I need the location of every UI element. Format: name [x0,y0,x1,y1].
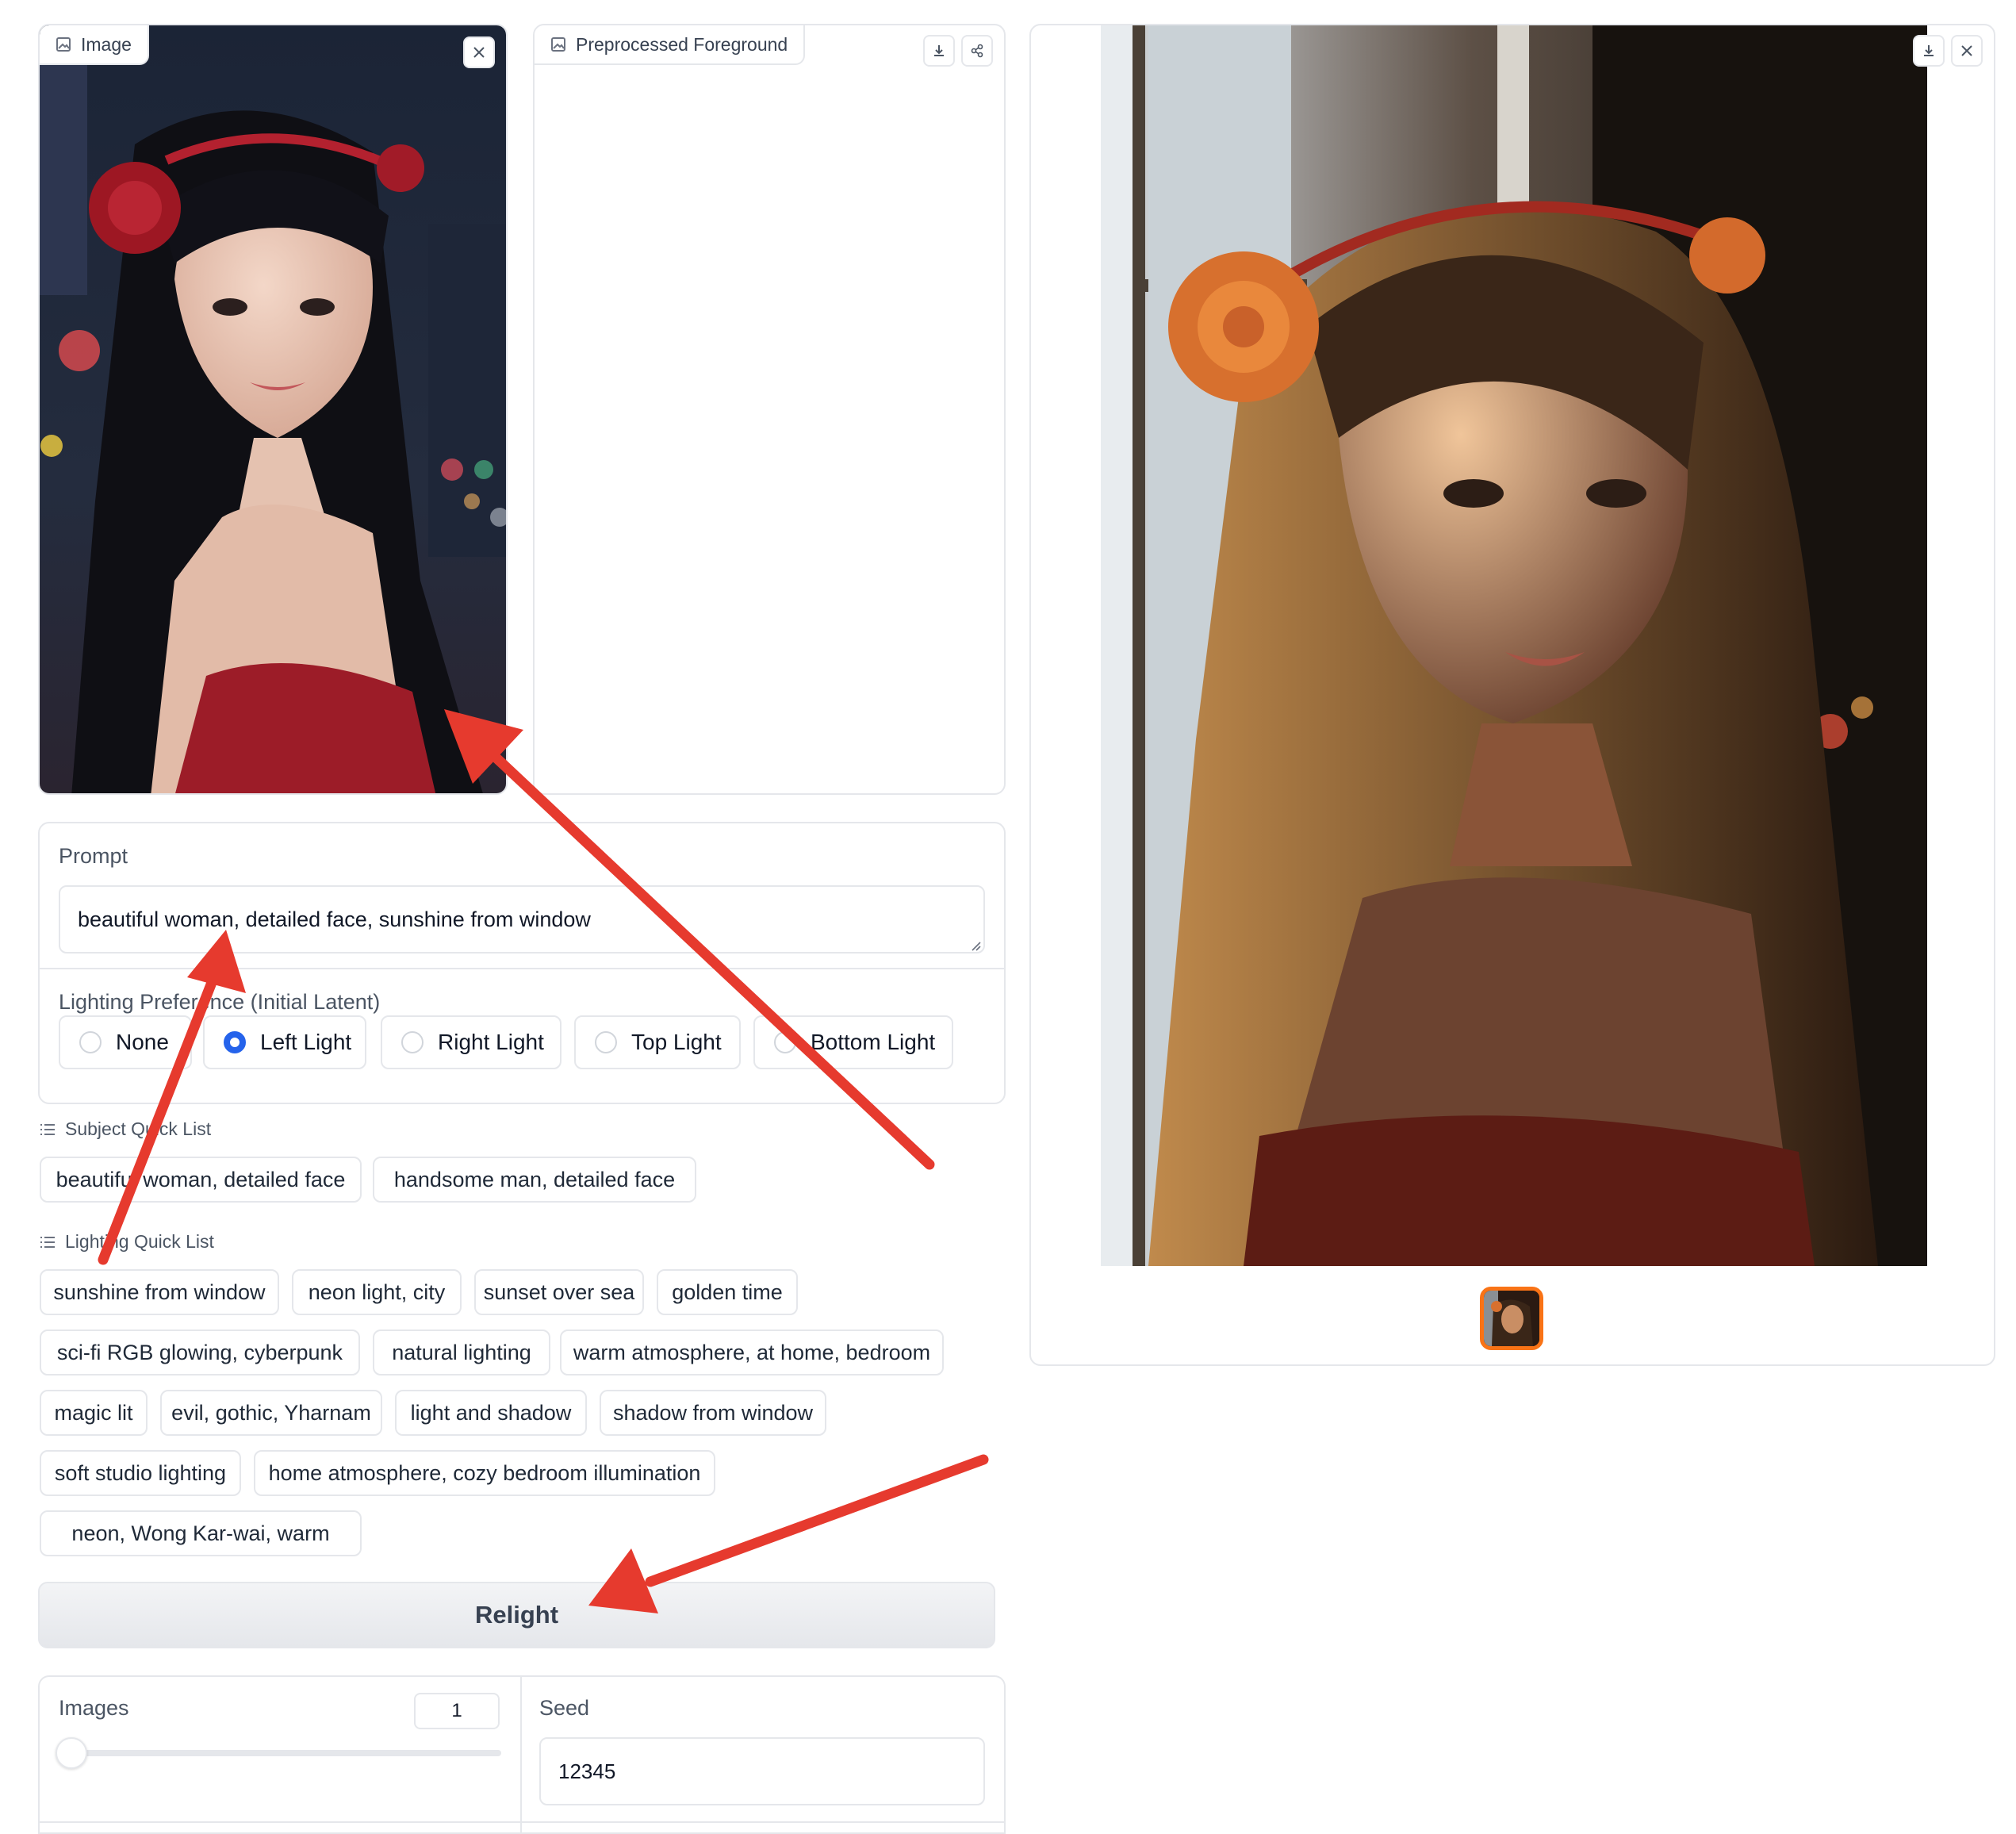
close-output-button[interactable] [1951,35,1983,67]
settings-block: Images 1 Seed 12345 [38,1675,1006,1834]
radio-dot [401,1031,424,1053]
chip-label: sunshine from window [53,1280,266,1304]
input-photo [40,25,506,793]
radio-right-light[interactable]: Right Light [381,1015,561,1069]
seed-label: Seed [539,1696,590,1720]
list-icon [40,1236,55,1248]
gallery-thumbnail[interactable] [1480,1287,1543,1350]
radio-label: Left Light [260,1030,352,1054]
close-icon [473,47,485,58]
lighting-chip[interactable]: neon light, city [292,1269,462,1315]
radio-dot-selected [224,1031,246,1053]
lighting-chip[interactable]: natural lighting [373,1329,550,1376]
preprocessed-label-text: Preprocessed Foreground [576,33,788,55]
radio-label: Top Light [631,1030,722,1054]
download-icon [1924,45,1934,56]
output-gallery-panel [1029,24,1995,1366]
share-icon [971,44,983,58]
chip-label: natural lighting [392,1340,531,1364]
radio-left-light[interactable]: Left Light [203,1015,366,1069]
input-image-label: Image [40,25,149,65]
images-number-input[interactable]: 1 [414,1693,500,1729]
image-icon [56,37,71,52]
lighting-chip[interactable]: magic lit [40,1390,148,1436]
relight-button[interactable]: Relight [38,1582,995,1648]
seed-value: 12345 [558,1759,616,1783]
chip-label: evil, gothic, Yharnam [171,1400,371,1425]
download-icon [934,45,944,56]
lighting-chip[interactable]: soft studio lighting [40,1450,241,1496]
chip-label: handsome man, detailed face [393,1167,676,1191]
lighting-chip[interactable]: shadow from window [600,1390,826,1436]
column-divider [520,1677,522,1832]
lighting-chip[interactable]: sci-fi RGB glowing, cyberpunk [40,1329,360,1376]
list-icon [40,1123,55,1135]
lighting-quick-list-title: Lighting Quick List [40,1231,214,1253]
lighting-quick-list-label: Lighting Quick List [65,1231,214,1252]
subject-chip[interactable]: beautiful woman, detailed face [40,1157,362,1203]
prompt-value: beautiful woman, detailed face, sunshine… [78,907,591,931]
lighting-chip[interactable]: golden time [657,1269,798,1315]
output-photo[interactable] [1101,25,1927,1266]
radio-label: Bottom Light [811,1030,936,1054]
chip-label: light and shadow [410,1400,572,1425]
radio-top-light[interactable]: Top Light [574,1015,741,1069]
preprocessed-foreground-panel: Preprocessed Foreground [533,24,1006,795]
chip-label: golden time [672,1280,783,1304]
chip-label: sci-fi RGB glowing, cyberpunk [56,1340,343,1364]
images-slider-thumb[interactable] [56,1737,87,1769]
chip-label: beautiful woman, detailed face [56,1167,346,1191]
lighting-chip[interactable]: warm atmosphere, at home, bedroom [560,1329,944,1376]
radio-bottom-light[interactable]: Bottom Light [753,1015,953,1069]
chip-label: warm atmosphere, at home, bedroom [573,1340,931,1364]
radio-label: None [116,1030,169,1054]
chip-label: shadow from window [612,1400,814,1425]
chip-label: sunset over sea [483,1280,635,1304]
chip-label: neon light, city [308,1280,446,1304]
download-button[interactable] [923,35,955,67]
radio-label: Right Light [438,1030,544,1054]
chip-label: soft studio lighting [54,1460,227,1485]
download-output-button[interactable] [1913,35,1945,67]
share-button[interactable] [961,35,993,67]
images-label: Images [59,1696,129,1720]
lighting-chip[interactable]: home atmosphere, cozy bedroom illuminati… [254,1450,715,1496]
clear-image-button[interactable] [463,36,495,68]
row-divider [40,1821,1004,1823]
chip-label: neon, Wong Kar-wai, warm [71,1521,330,1545]
lighting-chip[interactable]: neon, Wong Kar-wai, warm [40,1510,362,1556]
chip-label: home atmosphere, cozy bedroom illuminati… [268,1460,701,1485]
lighting-chip[interactable]: evil, gothic, Yharnam [160,1390,382,1436]
lighting-preference-label: Lighting Preference (Initial Latent) [59,990,381,1014]
subject-quick-list-title: Subject Quick List [40,1118,211,1140]
lighting-chip[interactable]: sunset over sea [474,1269,644,1315]
prompt-input[interactable]: beautiful woman, detailed face, sunshine… [59,885,985,953]
images-value: 1 [451,1700,462,1721]
image-icon [551,37,565,52]
chip-label: magic lit [54,1400,133,1425]
input-image-label-text: Image [81,33,132,55]
subject-quick-list-label: Subject Quick List [65,1118,212,1139]
radio-dot [774,1031,796,1053]
relight-button-label: Relight [474,1601,559,1629]
lighting-chip[interactable]: sunshine from window [40,1269,279,1315]
radio-none[interactable]: None [59,1015,192,1069]
radio-dot [595,1031,617,1053]
images-slider-track[interactable] [56,1737,501,1769]
prompt-label: Prompt [59,844,128,868]
input-image-panel[interactable]: Image [38,24,508,795]
radio-dot [79,1031,102,1053]
lighting-chip[interactable]: light and shadow [395,1390,587,1436]
resize-handle-icon[interactable] [969,939,982,952]
divider [40,968,1004,969]
preprocessed-label: Preprocessed Foreground [535,25,806,65]
seed-input[interactable]: 12345 [539,1737,985,1805]
subject-chip[interactable]: handsome man, detailed face [373,1157,696,1203]
close-icon [1961,45,1972,56]
